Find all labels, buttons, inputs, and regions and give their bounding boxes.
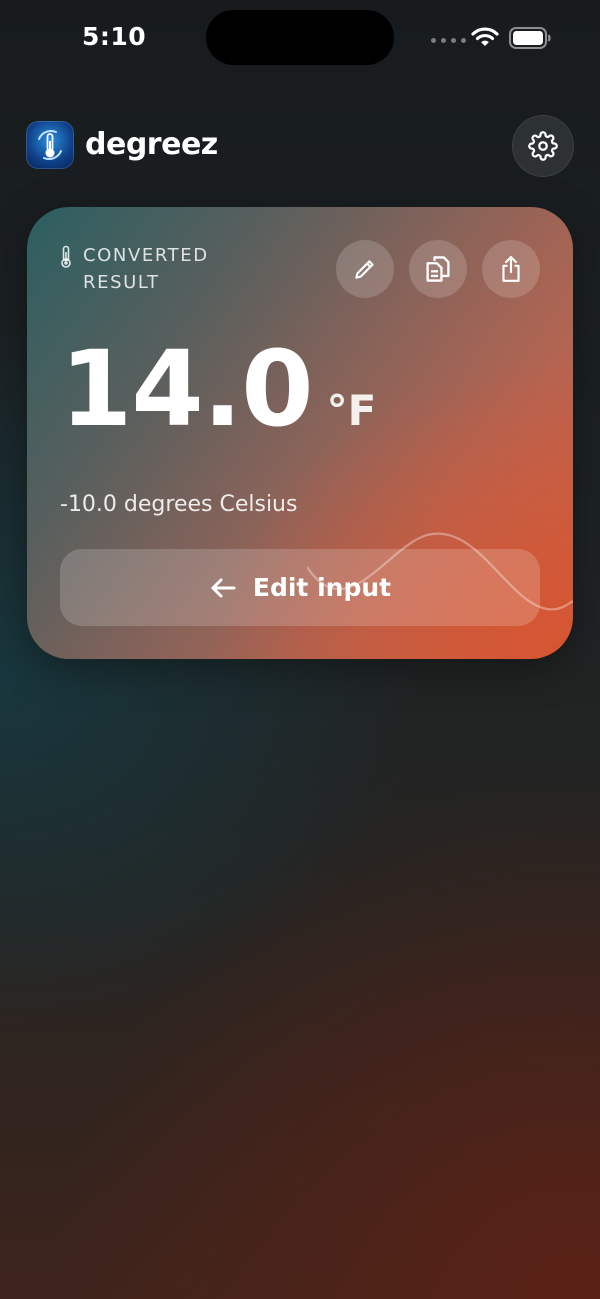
dynamic-island: [206, 10, 394, 65]
edit-input-button[interactable]: Edit input: [60, 549, 540, 626]
thermometer-icon: [61, 245, 71, 268]
result-value: 14.0: [60, 328, 314, 450]
status-bar: 5:10: [0, 0, 600, 80]
card-actions: [336, 240, 540, 298]
edit-button[interactable]: [336, 240, 394, 298]
share-button[interactable]: [482, 240, 540, 298]
copy-icon: [426, 256, 450, 282]
thermometer-cycle-icon: [26, 121, 74, 169]
result-label: CONVERTED RESULT: [83, 245, 209, 293]
result-unit: °F: [326, 386, 377, 435]
gear-icon: [528, 131, 558, 161]
result-value-row: 14.0 °F: [60, 337, 376, 441]
arrow-left-icon: [211, 578, 236, 597]
wifi-icon: [471, 27, 499, 46]
edit-input-label: Edit input: [252, 573, 392, 602]
battery-icon: [509, 27, 551, 49]
app-header: degreez: [26, 115, 574, 177]
result-card: CONVERTED RESULT 14.0 °F -10.0 degrees C…: [27, 207, 573, 659]
status-time: 5:10: [82, 22, 147, 51]
result-label-row: CONVERTED RESULT: [59, 242, 233, 296]
settings-button[interactable]: [512, 115, 574, 177]
pencil-icon: [355, 260, 374, 279]
copy-button[interactable]: [409, 240, 467, 298]
share-icon: [502, 256, 520, 282]
cellular-signal-icon: [431, 38, 466, 43]
app-name: degreez: [85, 127, 218, 162]
result-description: -10.0 degrees Celsius: [60, 492, 298, 517]
